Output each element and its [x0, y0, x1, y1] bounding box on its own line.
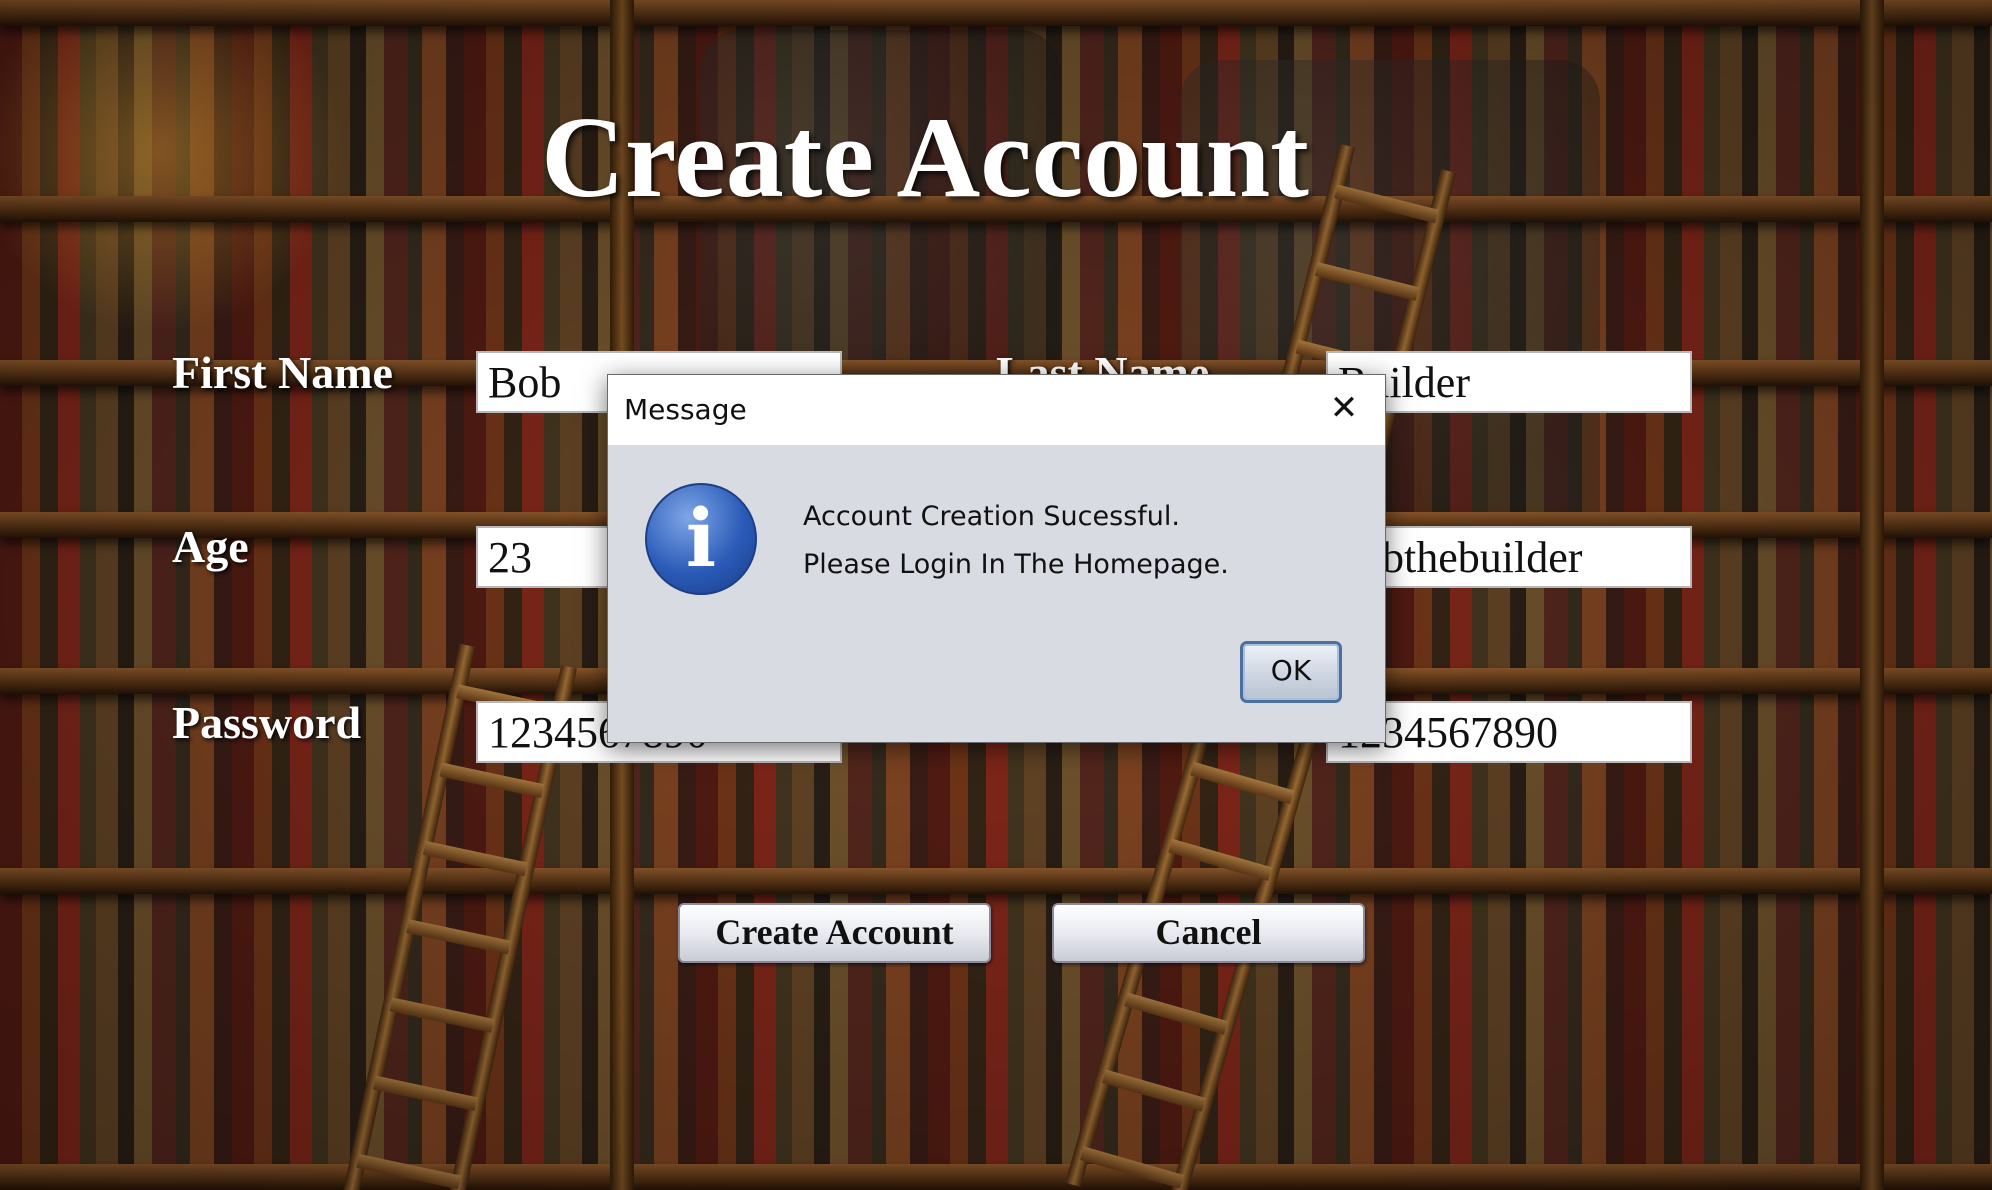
dialog-titlebar: Message ✕: [608, 375, 1385, 445]
close-icon[interactable]: ✕: [1325, 389, 1363, 427]
information-icon: i: [645, 483, 757, 595]
password-label: Password: [172, 697, 362, 748]
age-label: Age: [172, 521, 249, 572]
dialog-message-line-1: Account Creation Sucessful.: [803, 501, 1180, 532]
create-account-button[interactable]: Create Account: [678, 903, 991, 963]
page-title: Create Account: [541, 94, 1309, 222]
dialog-title: Message: [624, 393, 747, 426]
cancel-button[interactable]: Cancel: [1052, 903, 1365, 963]
dialog-message-line-2: Please Login In The Homepage.: [803, 549, 1229, 580]
first-name-label: First Name: [172, 347, 393, 398]
message-dialog: Message ✕ i Account Creation Sucessful. …: [607, 374, 1386, 743]
ok-button[interactable]: OK: [1240, 641, 1342, 703]
